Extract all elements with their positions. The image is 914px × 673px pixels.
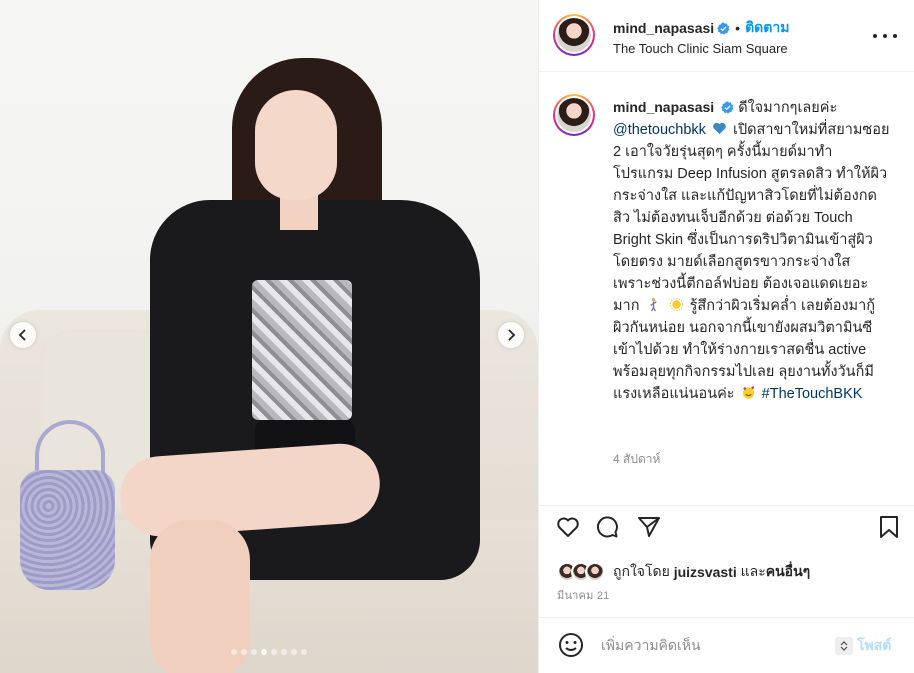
golfer-icon	[649, 298, 657, 312]
caption-section: mind_napasasi ดีใจมากๆเลยค่ะ @thetouchbk…	[539, 72, 914, 492]
post-comment-button[interactable]: โพสต์	[835, 635, 891, 657]
more-options-button[interactable]	[873, 28, 897, 44]
post-actions-bar	[539, 505, 914, 545]
comment-input[interactable]	[601, 634, 821, 656]
caption-part-2: เปิดสาขาใหม่ที่สยามซอย 2 เอาใจวัยรุ่นสุด…	[613, 122, 890, 314]
post-photo[interactable]	[0, 0, 538, 673]
verified-badge-icon	[721, 101, 734, 114]
post-header: mind_napasasi • ติดตาม The Touch Clinic …	[539, 0, 914, 72]
liker-username[interactable]: juizsvasti	[674, 564, 737, 580]
likes-summary: ถูกใจโดย juizsvasti และ คนอื่นๆ	[557, 560, 810, 584]
bookmark-icon	[880, 516, 898, 538]
carousel-next-button[interactable]	[498, 322, 524, 348]
post-date[interactable]: มีนาคม 21	[557, 586, 609, 604]
post-location[interactable]: The Touch Clinic Siam Square	[613, 41, 788, 56]
likes-connector: และ	[740, 563, 766, 579]
carousel-dot	[251, 649, 257, 655]
paper-plane-icon	[638, 517, 660, 537]
post-panel: mind_napasasi • ติดตาม The Touch Clinic …	[538, 0, 914, 673]
blue-heart-icon	[713, 122, 726, 135]
more-options-icon	[873, 34, 877, 38]
chevron-left-icon	[18, 329, 26, 341]
carousel-dots	[0, 649, 538, 655]
person-face	[255, 90, 337, 200]
sequin-top	[252, 280, 352, 420]
smiley-icon[interactable]	[557, 631, 585, 659]
carousel-dot	[271, 649, 277, 655]
carousel-dot	[231, 649, 237, 655]
smiling-face-with-hearts-icon	[742, 386, 754, 399]
carousel-dot	[261, 649, 267, 655]
more-options-icon	[883, 34, 887, 38]
handbag	[20, 470, 115, 590]
save-button[interactable]	[876, 514, 902, 540]
verified-badge-icon	[717, 21, 730, 35]
carousel-prev-button[interactable]	[10, 322, 36, 348]
carousel-dot	[301, 649, 307, 655]
comment-button[interactable]	[594, 514, 620, 540]
liker-avatars[interactable]	[557, 562, 605, 582]
author-avatar[interactable]	[553, 14, 595, 56]
caption-author-avatar[interactable]	[553, 94, 595, 136]
caption-text: mind_napasasi ดีใจมากๆเลยค่ะ @thetouchbk…	[613, 96, 891, 405]
author-line: mind_napasasi • ติดตาม	[613, 17, 789, 39]
author-username[interactable]: mind_napasasi	[613, 20, 714, 36]
post-comment-label: โพสต์	[857, 637, 892, 653]
like-button[interactable]	[555, 514, 581, 540]
caption-hashtag-link[interactable]: #TheTouchBKK	[762, 386, 863, 402]
share-button[interactable]	[636, 514, 662, 540]
likes-others-link[interactable]: คนอื่นๆ	[766, 561, 810, 583]
likes-prefix: ถูกใจโดย	[613, 563, 670, 579]
grammar-check-icon	[835, 637, 853, 655]
carousel-dot	[281, 649, 287, 655]
follow-button[interactable]: ติดตาม	[745, 17, 789, 39]
separator-dot: •	[735, 20, 741, 36]
caption-mention-link[interactable]: @thetouchbkk	[613, 122, 706, 138]
more-options-icon	[893, 34, 897, 38]
carousel-dot	[291, 649, 297, 655]
heart-icon	[557, 517, 579, 537]
comment-icon	[596, 516, 618, 538]
chevron-right-icon	[508, 329, 516, 341]
caption-username[interactable]: mind_napasasi	[613, 99, 714, 115]
sun-icon	[669, 297, 683, 312]
comment-bar: โพสต์	[539, 617, 914, 673]
carousel-dot	[241, 649, 247, 655]
caption-part-1: ดีใจมากๆเลยค่ะ	[738, 100, 838, 116]
caption-time-ago[interactable]: 4 สัปดาห์	[613, 450, 660, 469]
